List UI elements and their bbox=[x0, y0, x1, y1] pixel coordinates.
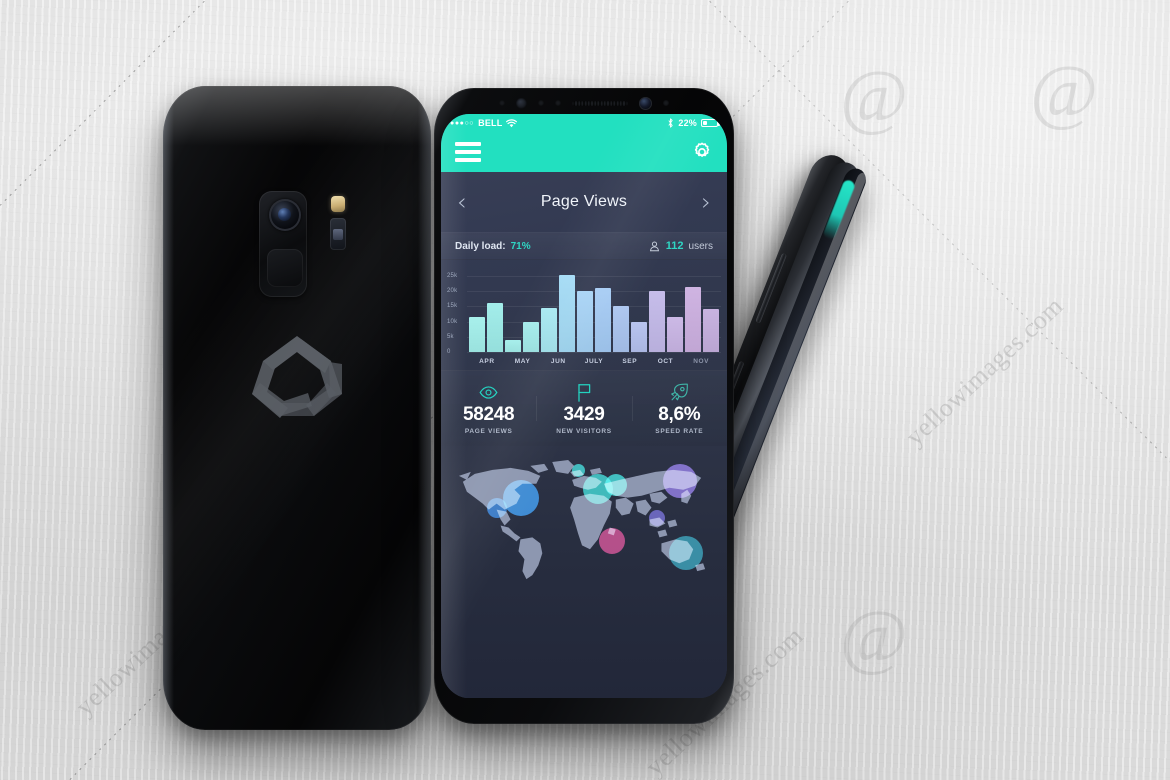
daily-load-value: 71% bbox=[510, 240, 531, 252]
chart-bar[interactable] bbox=[685, 286, 701, 352]
flag-icon bbox=[536, 382, 631, 402]
chevron-right-icon[interactable]: › bbox=[701, 190, 711, 214]
app-bar bbox=[441, 132, 727, 172]
chart-x-tick-label: JULY bbox=[584, 357, 604, 365]
analytics-app: ●●●○○ BELL 22% ‹ Page Views › Daily load… bbox=[441, 114, 727, 698]
stat-value: 3429 bbox=[563, 404, 605, 425]
hamburger-menu-icon[interactable] bbox=[455, 142, 481, 162]
chart-x-tick-label: APR bbox=[479, 357, 495, 365]
chart-y-tick-label: 0 bbox=[447, 349, 451, 355]
stat-value: 58248 bbox=[462, 404, 515, 425]
chart-bar[interactable] bbox=[559, 274, 575, 352]
chart-bar[interactable] bbox=[577, 291, 593, 352]
wifi-icon bbox=[506, 118, 518, 127]
light-sensor-icon bbox=[538, 100, 544, 106]
chart-bar[interactable] bbox=[613, 306, 629, 352]
heart-rate-sensor-icon bbox=[330, 218, 346, 250]
battery-percent-label: 22% bbox=[678, 118, 697, 128]
stat-label: PAGE VIEWS bbox=[464, 428, 513, 435]
iris-scanner-icon bbox=[516, 97, 527, 109]
chart-bar[interactable] bbox=[541, 307, 557, 352]
gear-icon[interactable] bbox=[691, 141, 713, 163]
proximity-sensor-icon bbox=[499, 100, 505, 106]
chart-bar[interactable] bbox=[649, 291, 665, 352]
chevron-left-icon[interactable]: ‹ bbox=[457, 190, 467, 214]
bubble-north-america[interactable] bbox=[503, 480, 539, 516]
bubble-africa-south[interactable] bbox=[599, 528, 625, 554]
chart-bar[interactable] bbox=[667, 317, 683, 352]
phone-screen: ●●●○○ BELL 22% ‹ Page Views › Daily load… bbox=[441, 114, 727, 698]
chart-x-tick-label: SEP bbox=[622, 357, 638, 365]
guide-line bbox=[912, 0, 1170, 780]
sensor-icon bbox=[663, 100, 669, 106]
bubble-east-asia[interactable] bbox=[663, 464, 697, 498]
users-unit-label: users bbox=[688, 240, 713, 252]
chart-y-tick-label: 20k bbox=[447, 288, 458, 295]
smartphone-back bbox=[163, 86, 431, 730]
bluetooth-icon bbox=[668, 118, 673, 128]
chart-bar[interactable] bbox=[523, 321, 539, 352]
chart-y-tick-label: 10k bbox=[447, 318, 458, 325]
stat-value: 8,6% bbox=[658, 404, 701, 425]
daily-load-row: Daily load: 71% 112 users bbox=[441, 232, 727, 260]
rear-camera-lens-icon bbox=[269, 199, 301, 231]
carrier-name: BELL bbox=[478, 118, 503, 128]
chart-bar[interactable] bbox=[487, 303, 503, 352]
page-views-chart: 25k 20k 15k 10k 5k 0 APR MAY JUN JULY SEP OCT NOV bbox=[441, 260, 727, 370]
bubble-japan[interactable] bbox=[649, 510, 665, 526]
chart-y-tick-label: 5k bbox=[447, 333, 454, 340]
chart-bars bbox=[469, 270, 719, 352]
chart-x-tick-label: JUN bbox=[550, 357, 566, 365]
chart-x-tick-label: OCT bbox=[657, 357, 674, 365]
stat-speed-rate: 8,6% SPEED RATE bbox=[631, 382, 727, 435]
led-flash-icon bbox=[331, 196, 345, 212]
smartphone-front: ●●●○○ BELL 22% ‹ Page Views › Daily load… bbox=[434, 88, 734, 724]
status-bar: ●●●○○ BELL 22% bbox=[441, 114, 727, 132]
chart-bar[interactable] bbox=[595, 288, 611, 352]
stats-row: 58248 PAGE VIEWS 3429 NEW VISITORS 8,6% … bbox=[441, 370, 727, 446]
signal-strength-icon: ●●●○○ bbox=[450, 119, 475, 127]
eye-icon bbox=[441, 382, 536, 402]
page-title: Page Views bbox=[540, 193, 628, 210]
bubble-australia[interactable] bbox=[669, 536, 703, 570]
page-navigation: ‹ Page Views › bbox=[441, 172, 727, 232]
stat-label: SPEED RATE bbox=[655, 428, 704, 435]
world-map bbox=[441, 446, 727, 698]
users-count: 112 bbox=[665, 240, 684, 252]
earpiece-speaker-icon bbox=[572, 100, 628, 106]
chart-bar[interactable] bbox=[703, 309, 719, 352]
bottom-bezel bbox=[434, 702, 734, 724]
chart-x-axis: APR MAY JUN JULY SEP OCT NOV bbox=[469, 354, 719, 368]
users-icon bbox=[649, 240, 659, 251]
chart-bar[interactable] bbox=[631, 321, 647, 352]
chart-x-tick-label: MAY bbox=[514, 357, 531, 365]
chart-gridline bbox=[467, 352, 721, 353]
chart-bar[interactable] bbox=[469, 317, 485, 352]
daily-load-label: Daily load: bbox=[455, 240, 506, 252]
battery-icon bbox=[701, 119, 720, 127]
chart-x-tick-label: NOV bbox=[693, 357, 710, 365]
stat-page-views: 58248 PAGE VIEWS bbox=[441, 382, 536, 435]
front-camera-icon bbox=[639, 96, 652, 110]
bubble-europe-north[interactable] bbox=[572, 464, 585, 477]
chart-y-tick-label: 15k bbox=[447, 303, 458, 310]
pentagon-spiral-logo bbox=[252, 336, 342, 418]
rocket-icon bbox=[632, 382, 727, 402]
chart-y-tick-label: 25k bbox=[447, 273, 458, 280]
bubble-middle-east[interactable] bbox=[605, 474, 627, 496]
stat-new-visitors: 3429 NEW VISITORS bbox=[536, 382, 631, 435]
chart-bar[interactable] bbox=[505, 339, 521, 352]
sensor-icon bbox=[555, 100, 561, 106]
fingerprint-sensor-icon bbox=[267, 249, 303, 287]
stat-label: NEW VISITORS bbox=[556, 428, 612, 435]
